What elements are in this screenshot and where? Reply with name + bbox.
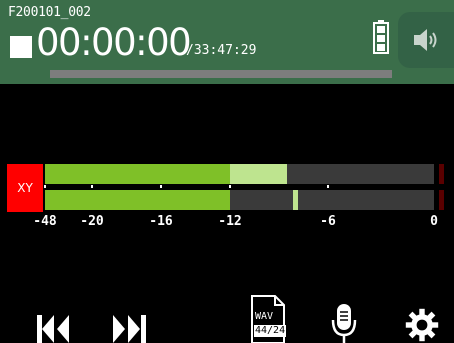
scale-label: -48 (33, 214, 57, 229)
speaker-icon (414, 29, 437, 51)
next-icon[interactable] (109, 311, 151, 343)
battery-icon (373, 20, 389, 54)
scale-tick (44, 185, 46, 188)
remaining-time: /33:47:29 (186, 43, 257, 58)
file-format-top: WAV (255, 311, 274, 322)
scale-tick (229, 185, 231, 188)
file-format-bottom: 44/24 (254, 325, 287, 337)
meter-bar-right (45, 190, 434, 210)
gear-icon[interactable] (402, 307, 442, 343)
meter-level-right (45, 190, 230, 210)
scale-label: -20 (80, 214, 104, 229)
scale-tick (327, 185, 329, 188)
clip-indicator-left (439, 164, 444, 184)
progress-bar (50, 70, 392, 78)
level-meter: XY -48 -20 -16 -12 -6 0 (0, 164, 454, 232)
meter-hold-right (293, 190, 299, 210)
microphone-icon[interactable] (330, 302, 358, 343)
file-name: F200101_002 (8, 5, 91, 20)
scale-tick (91, 185, 93, 188)
previous-icon[interactable] (33, 311, 73, 343)
scale-label: 0 (430, 214, 438, 229)
time-counter: 00:00:00 (36, 21, 192, 64)
scale-tick (160, 185, 162, 188)
meter-bar-left (45, 164, 434, 184)
scale-label: -16 (149, 214, 173, 229)
file-format-icon[interactable]: WAV 44/24 (250, 294, 287, 343)
scale-label: -6 (320, 214, 336, 229)
meter-level-left (45, 164, 230, 184)
channel-label: XY (7, 164, 43, 212)
status-header: F200101_002 00:00:00 /33:47:29 (0, 0, 454, 84)
scale-label: -12 (218, 214, 242, 229)
speaker-button[interactable] (398, 12, 454, 68)
stop-icon (10, 36, 32, 58)
clip-indicator-right (439, 190, 444, 210)
